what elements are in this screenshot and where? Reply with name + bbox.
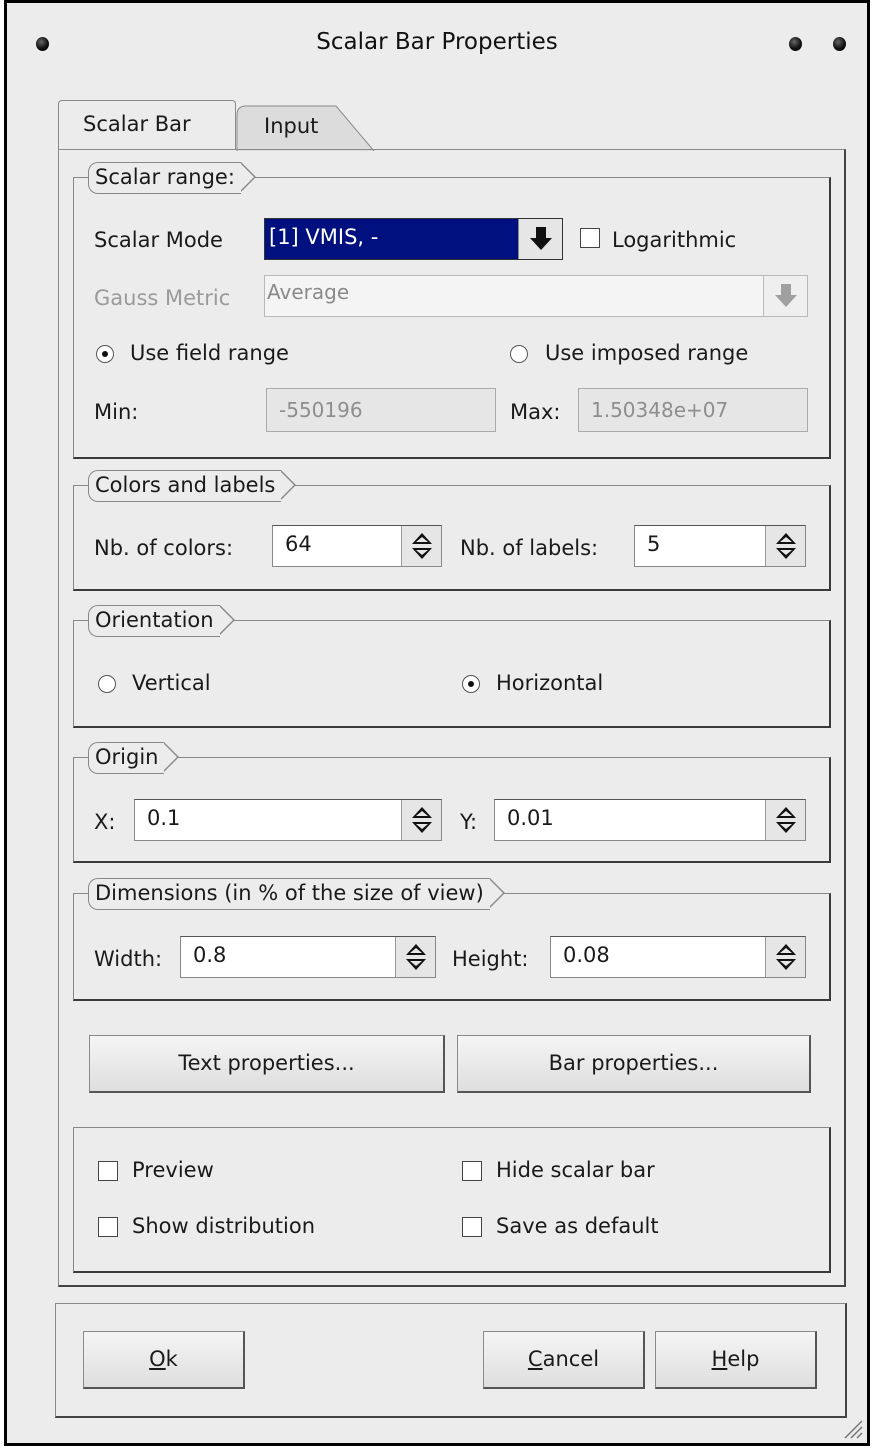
window-title: Scalar Bar Properties	[316, 29, 558, 55]
nb-labels-label: Nb. of labels:	[460, 536, 599, 560]
title-bar[interactable]: Scalar Bar Properties	[7, 3, 867, 91]
spin-buttons[interactable]	[765, 937, 805, 977]
logarithmic-label: Logarithmic	[612, 228, 737, 252]
logarithmic-checkbox[interactable]	[580, 228, 600, 248]
save-as-default-label: Save as default	[496, 1214, 659, 1238]
spin-updown-icon	[776, 944, 796, 970]
height-spinbox[interactable]: 0.08	[550, 936, 806, 978]
max-field[interactable]: 1.50348e+07	[578, 388, 808, 432]
use-imposed-range-label: Use imposed range	[545, 341, 749, 365]
cancel-button[interactable]: Cancel	[483, 1331, 645, 1389]
show-distribution-label: Show distribution	[132, 1214, 316, 1238]
height-label: Height:	[452, 947, 529, 971]
origin-x-spinbox[interactable]: 0.1	[134, 799, 442, 841]
options-group: Preview Hide scalar bar Show distributio…	[73, 1127, 831, 1273]
help-button[interactable]: Help	[655, 1331, 817, 1389]
origin-x-label: X:	[94, 810, 116, 834]
gauss-metric-value: Average	[267, 280, 350, 304]
text-properties-button[interactable]: Text properties...	[89, 1035, 445, 1093]
group-title: Dimensions (in % of the size of view)	[88, 878, 505, 910]
preview-label: Preview	[132, 1158, 214, 1182]
width-spinbox[interactable]: 0.8	[180, 936, 436, 978]
bar-properties-button[interactable]: Bar properties...	[457, 1035, 811, 1093]
group-title: Orientation	[88, 605, 235, 637]
scalar-range-group: Scalar range: Scalar Mode [1] VMIS, - Lo…	[73, 162, 831, 459]
horizontal-radio[interactable]	[462, 675, 480, 693]
width-label: Width:	[94, 947, 163, 971]
origin-group: Origin X: 0.1 Y: 0.01	[73, 742, 831, 863]
nb-colors-spinbox[interactable]: 64	[272, 525, 442, 567]
group-title: Origin	[88, 742, 181, 774]
spin-buttons[interactable]	[765, 800, 805, 840]
arrow-down-icon	[530, 227, 552, 250]
ok-button[interactable]: Ok	[83, 1331, 245, 1389]
tab-label: Input	[264, 114, 319, 138]
spin-buttons[interactable]	[765, 526, 805, 566]
use-imposed-range-radio[interactable]	[510, 345, 528, 363]
origin-x-value: 0.1	[147, 806, 181, 830]
use-field-range-radio[interactable]	[96, 345, 114, 363]
spin-buttons[interactable]	[401, 526, 441, 566]
gauss-metric-combo[interactable]: Average	[264, 275, 808, 317]
origin-y-value: 0.01	[507, 806, 554, 830]
tab-label: Scalar Bar	[83, 112, 191, 136]
hide-scalar-bar-checkbox[interactable]	[462, 1161, 482, 1181]
horizontal-label: Horizontal	[496, 671, 604, 695]
min-label: Min:	[94, 400, 139, 424]
tab-scalar-bar[interactable]: Scalar Bar	[58, 100, 236, 150]
arrow-down-icon	[775, 284, 797, 307]
dimensions-group: Dimensions (in % of the size of view) Wi…	[73, 878, 831, 1001]
max-label: Max:	[510, 400, 561, 424]
spin-updown-icon	[406, 944, 426, 970]
dialog-window: Scalar Bar Properties Scalar Bar Input S…	[4, 0, 870, 1446]
combo-dropdown-button[interactable]	[763, 276, 807, 316]
min-value: -550196	[279, 398, 363, 422]
combo-dropdown-button[interactable]	[518, 219, 562, 259]
origin-y-label: Y:	[460, 810, 478, 834]
nb-labels-value: 5	[647, 532, 661, 556]
group-title: Colors and labels	[88, 470, 297, 502]
button-label: Text properties...	[178, 1051, 355, 1075]
scalar-mode-label: Scalar Mode	[94, 228, 223, 252]
button-label: Bar properties...	[548, 1051, 719, 1075]
use-field-range-label: Use field range	[130, 341, 289, 365]
colors-labels-group: Colors and labels Nb. of colors: 64 Nb. …	[73, 470, 831, 591]
nb-colors-label: Nb. of colors:	[94, 536, 234, 560]
window-control-dot-icon[interactable]	[789, 37, 802, 51]
nb-colors-value: 64	[285, 532, 312, 556]
gauss-metric-label: Gauss Metric	[94, 286, 231, 310]
button-label: Ok	[149, 1347, 178, 1371]
spin-updown-icon	[412, 807, 432, 833]
window-control-dot-icon[interactable]	[833, 37, 846, 51]
vertical-radio[interactable]	[98, 675, 116, 693]
preview-checkbox[interactable]	[98, 1161, 118, 1181]
show-distribution-checkbox[interactable]	[98, 1217, 118, 1237]
hide-scalar-bar-label: Hide scalar bar	[496, 1158, 655, 1182]
scalar-mode-combo[interactable]: [1] VMIS, -	[264, 218, 563, 260]
spin-updown-icon	[412, 533, 432, 559]
max-value: 1.50348e+07	[591, 398, 729, 422]
spin-buttons[interactable]	[401, 800, 441, 840]
save-as-default-checkbox[interactable]	[462, 1217, 482, 1237]
spin-updown-icon	[776, 533, 796, 559]
spin-updown-icon	[776, 807, 796, 833]
orientation-group: Orientation Vertical Horizontal	[73, 605, 831, 728]
button-label: Help	[711, 1347, 760, 1371]
height-value: 0.08	[563, 943, 610, 967]
origin-y-spinbox[interactable]: 0.01	[494, 799, 806, 841]
tab-panel-scalar-bar: Scalar range: Scalar Mode [1] VMIS, - Lo…	[58, 149, 846, 1287]
spin-buttons[interactable]	[395, 937, 435, 977]
min-field[interactable]: -550196	[266, 388, 496, 432]
vertical-label: Vertical	[132, 671, 211, 695]
resize-grip-icon[interactable]	[841, 1417, 863, 1439]
nb-labels-spinbox[interactable]: 5	[634, 525, 806, 567]
tab-input[interactable]: Input	[236, 105, 376, 151]
width-value: 0.8	[193, 943, 227, 967]
scalar-mode-value: [1] VMIS, -	[269, 225, 379, 249]
button-label: Cancel	[527, 1347, 600, 1371]
group-title: Scalar range:	[88, 162, 256, 194]
